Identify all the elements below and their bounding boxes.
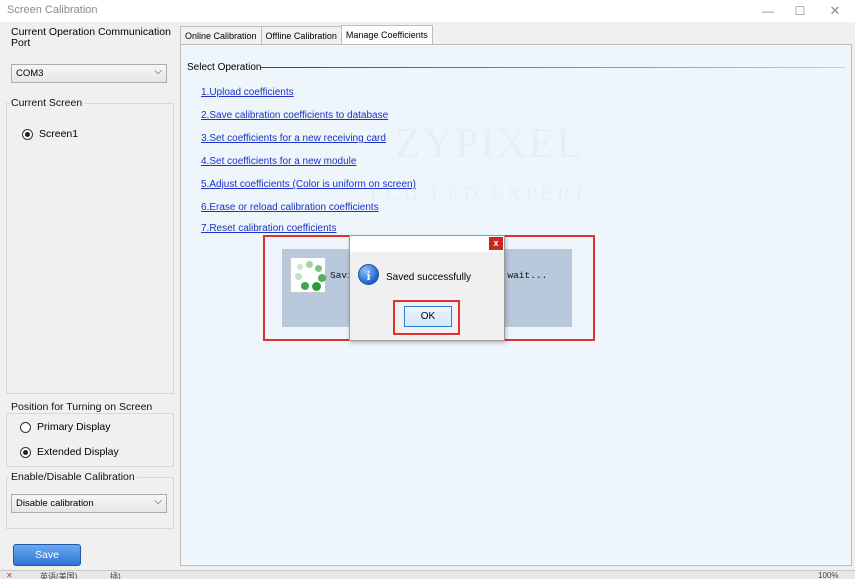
minimize-icon[interactable]: — <box>752 0 784 22</box>
tab-manage-coefficients[interactable]: Manage Coefficients <box>340 25 433 44</box>
tab-bar: Online Calibration Offline Calibration M… <box>180 25 433 44</box>
extended-display-label: Extended Display <box>37 446 119 458</box>
link-new-module[interactable]: 4.Set coefficients for a new module <box>201 156 356 167</box>
radio-selected-icon <box>20 446 31 458</box>
window-title: Screen Calibration <box>7 4 98 16</box>
enable-label: Enable/Disable Calibration <box>9 471 137 483</box>
title-bar: Screen Calibration — ☐ ✕ <box>0 0 855 22</box>
position-label: Position for Turning on Screen <box>9 401 155 413</box>
maximize-icon[interactable]: ☐ <box>784 0 816 22</box>
screen1-label: Screen1 <box>39 128 79 140</box>
info-icon: i <box>358 264 379 285</box>
select-operation-label: Select Operation <box>187 62 262 73</box>
dialog-message: Saved successfully <box>386 272 472 283</box>
radio-selected-icon <box>22 128 33 140</box>
link-save-to-database[interactable]: 2.Save calibration coefficients to datab… <box>201 110 388 121</box>
link-reset-coefficients[interactable]: 7.Reset calibration coefficients <box>201 223 336 234</box>
current-screen-label: Current Screen <box>9 97 85 109</box>
screen-calibration-window: Screen Calibration — ☐ ✕ Current Operati… <box>0 0 855 579</box>
current-screen-group <box>6 103 174 394</box>
watermark-subtitle: LCD LED EXPERT <box>370 183 590 205</box>
x-icon: ✕ <box>6 571 13 579</box>
link-upload-coefficients[interactable]: 1.Upload coefficients <box>201 87 294 98</box>
dialog-title-bar: x <box>350 236 504 252</box>
radio-unselected-icon <box>20 421 31 433</box>
port-select[interactable]: COM3 ⌵ <box>11 64 167 83</box>
taskbar: ✕ 英语(美国) 插) 100% <box>0 570 855 579</box>
close-icon[interactable]: ✕ <box>819 0 851 22</box>
tab-offline-calibration[interactable]: Offline Calibration <box>260 26 342 44</box>
watermark-logo: ZYPIXEL <box>395 121 584 167</box>
taskbar-language: 英语(美国) <box>40 572 78 579</box>
link-erase-reload[interactable]: 6.Erase or reload calibration coefficien… <box>201 202 379 213</box>
divider <box>260 67 845 68</box>
screen1-radio[interactable]: Screen1 <box>22 128 78 140</box>
port-value: COM3 <box>16 68 44 79</box>
save-button[interactable]: Save <box>13 544 81 566</box>
tab-online-calibration[interactable]: Online Calibration <box>180 26 262 44</box>
taskbar-zoom: 100% <box>818 571 839 579</box>
primary-display-label: Primary Display <box>37 421 111 433</box>
left-panel: Current Operation Communication Port COM… <box>0 22 180 579</box>
primary-display-radio[interactable]: Primary Display <box>20 421 111 433</box>
taskbar-mode: 插) <box>110 572 121 579</box>
ok-highlight-box <box>393 300 460 335</box>
calibration-value: Disable calibration <box>16 498 94 509</box>
port-label: Current Operation Communication Port <box>11 26 171 49</box>
chevron-down-icon: ⌵ <box>154 496 162 507</box>
calibration-select[interactable]: Disable calibration ⌵ <box>11 494 167 513</box>
close-icon[interactable]: x <box>489 237 503 250</box>
link-receiving-card[interactable]: 3.Set coefficients for a new receiving c… <box>201 133 386 144</box>
extended-display-radio[interactable]: Extended Display <box>20 446 119 458</box>
chevron-down-icon: ⌵ <box>154 66 162 77</box>
